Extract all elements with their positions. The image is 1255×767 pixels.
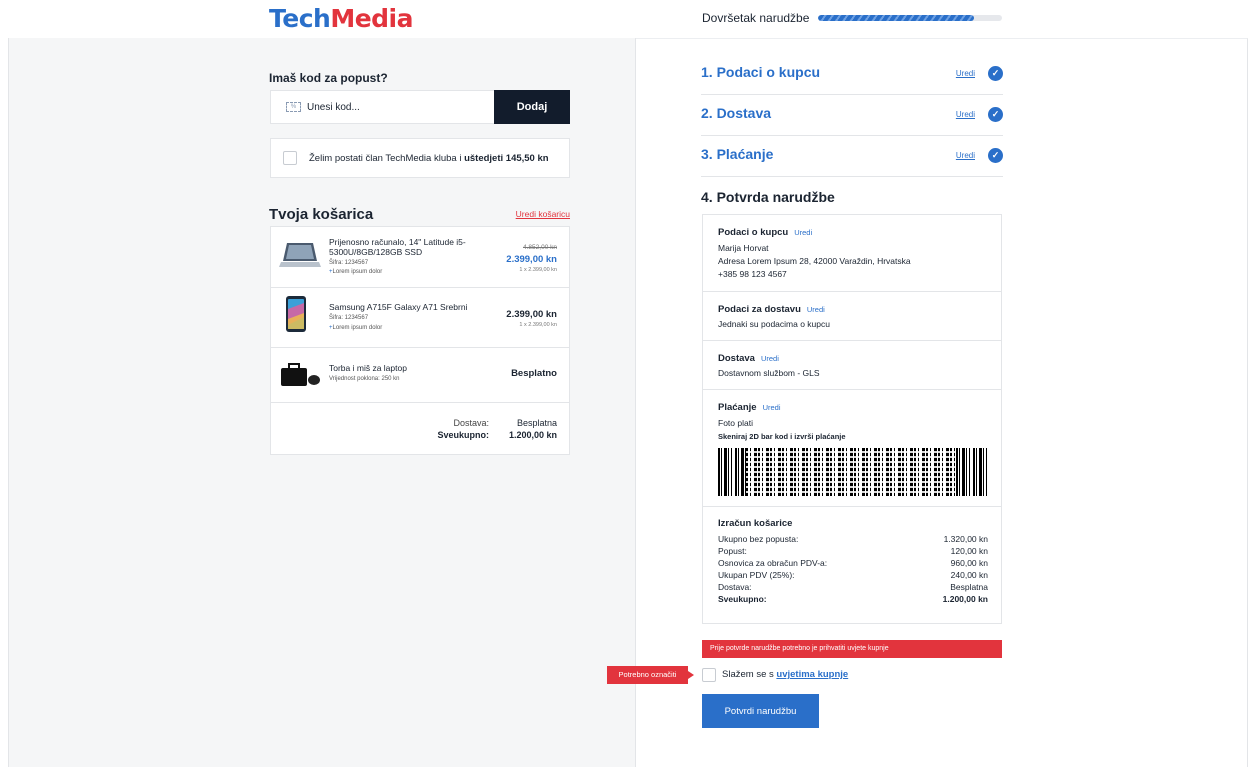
club-membership-box: Želim postati član TechMedia kluba i ušt… (270, 138, 570, 178)
club-membership-checkbox[interactable] (283, 151, 297, 165)
step-payment: 3. Plaćanje Uredi ✓ (701, 136, 1003, 177)
cart-item-name: Samsung A715F Galaxy A71 Srebrni (329, 302, 468, 312)
cart-item-old-price: 4.852,00 kn (523, 244, 557, 251)
cart-item-gift-value: Vrijednost poklona: 250 kn (329, 376, 400, 382)
techmedia-logo[interactable]: TechMedia (269, 4, 413, 33)
cart-item-name: Prijenosno računalo, 14" Latitude i5-530… (329, 237, 466, 257)
coupon-icon: % (286, 102, 301, 112)
calc-row: Ukupan PDV (25%): 240,00 kn (718, 570, 988, 580)
cart-item-unit-price: 1 x 2.399,00 kn (519, 322, 557, 328)
payment-barcode (718, 448, 988, 496)
terms-text: Slažem se s uvjetima kupnje (722, 669, 849, 680)
cart-item-extra: +Lorem ipsum dolor (329, 269, 383, 275)
cart-total-row: Sveukupno: 1.200,00 kn (437, 430, 557, 440)
cart-box: Prijenosno računalo, 14" Latitude i5-530… (270, 226, 570, 455)
check-icon: ✓ (988, 66, 1003, 81)
cart-item-price: Besplatno (511, 368, 557, 379)
checkout-progress-bar (818, 15, 1002, 21)
cart-item: Samsung A715F Galaxy A71 Srebrni Šifra: … (271, 288, 569, 348)
edit-delivery-inline-link[interactable]: Uredi (761, 354, 779, 363)
step-delivery: 2. Dostava Uredi ✓ (701, 95, 1003, 136)
step-customer-data: 1. Podaci o kupcu Uredi ✓ (701, 54, 1003, 95)
delivery-data-section: Podaci za dostavu Uredi Jednaki su podaci… (703, 292, 1001, 341)
payment-method: Foto plati (718, 418, 753, 428)
required-tag: Potrebno označiti (607, 666, 694, 684)
calc-row: Osnovica za obračun PDV-a: 960,00 kn (718, 558, 988, 568)
scan-note: Skeniraj 2D bar kod i izvrši plaćanje (718, 432, 846, 441)
edit-payment-link[interactable]: Uredi (956, 151, 975, 160)
terms-checkbox[interactable] (702, 668, 716, 682)
terms-alert: Prije potvrde narudžbe potrebno je prihv… (702, 640, 1002, 658)
cart-item-price: 2.399,00 kn (506, 254, 557, 265)
edit-cart-link[interactable]: Uredi košaricu (516, 209, 570, 219)
phone-icon (286, 296, 306, 332)
delivery-data-text: Jednaki su podacima o kupcu (718, 319, 830, 329)
cart-item-name: Torba i miš za laptop (329, 363, 407, 373)
calc-row: Dostava: Besplatna (718, 582, 988, 592)
cart-shipping-row: Dostava: Besplatna (453, 418, 557, 428)
cart-item: Prijenosno računalo, 14" Latitude i5-530… (271, 227, 569, 288)
cart-item: Torba i miš za laptop Vrijednost poklona… (271, 348, 569, 403)
cart-title: Tvoja košarica (269, 206, 374, 223)
step-title[interactable]: 1. Podaci o kupcu (701, 64, 820, 80)
customer-address: Adresa Lorem Ipsum 28, 42000 Varaždin, H… (718, 256, 911, 266)
payment-section: Plaćanje Uredi Foto plati Skeniraj 2D bar… (703, 390, 1001, 507)
edit-delivery-data-link[interactable]: Uredi (807, 305, 825, 314)
cart-item-sku: Šifra: 1234567 (329, 315, 369, 321)
progress-label: Dovršetak narudžbe (702, 11, 810, 25)
calc-row: Ukupno bez popusta: 1.320,00 kn (718, 534, 988, 544)
club-membership-text: Želim postati član TechMedia kluba i ušt… (309, 153, 549, 164)
discount-title: Imaš kod za popust? (269, 71, 388, 85)
laptop-icon (279, 243, 321, 267)
step-title[interactable]: 3. Plaćanje (701, 146, 773, 162)
cart-item-extra: +Lorem ipsum dolor (329, 325, 383, 331)
discount-code-box: % Dodaj (270, 90, 570, 124)
order-confirmation-box: Podaci o kupcu Uredi Marija Horvat Adresa… (702, 214, 1002, 624)
bag-icon (281, 363, 320, 386)
confirm-title: 4. Potvrda narudžbe (701, 189, 835, 205)
customer-phone: +385 98 123 4567 (718, 269, 787, 279)
progress-fill (818, 15, 975, 21)
delivery-text: Dostavnom službom - GLS (718, 368, 820, 378)
customer-section: Podaci o kupcu Uredi Marija Horvat Adresa… (703, 215, 1001, 292)
step-title[interactable]: 2. Dostava (701, 105, 771, 121)
calc-row: Popust: 120,00 kn (718, 546, 988, 556)
discount-code-input[interactable] (307, 91, 487, 123)
delivery-section: Dostava Uredi Dostavnom službom - GLS (703, 341, 1001, 390)
cart-item-sku: Šifra: 1234567 (329, 260, 369, 266)
cart-item-unit-price: 1 x 2.399,00 kn (519, 267, 557, 273)
cart-item-price: 2.399,00 kn (506, 309, 557, 320)
top-bar: TechMedia Dovršetak narudžbe (0, 0, 1255, 38)
edit-payment-inline-link[interactable]: Uredi (763, 403, 781, 412)
edit-customer-inline-link[interactable]: Uredi (794, 228, 812, 237)
check-icon: ✓ (988, 107, 1003, 122)
cart-calc-title: Izračun košarice (718, 518, 793, 529)
terms-link[interactable]: uvjetima kupnje (776, 669, 848, 680)
add-code-button[interactable]: Dodaj (494, 90, 570, 124)
customer-name: Marija Horvat (718, 243, 769, 253)
confirm-order-button[interactable]: Potvrdi narudžbu (702, 694, 819, 728)
check-icon: ✓ (988, 148, 1003, 163)
edit-delivery-link[interactable]: Uredi (956, 110, 975, 119)
calc-total-row: Sveukupno: 1.200,00 kn (718, 594, 988, 604)
edit-customer-link[interactable]: Uredi (956, 69, 975, 78)
